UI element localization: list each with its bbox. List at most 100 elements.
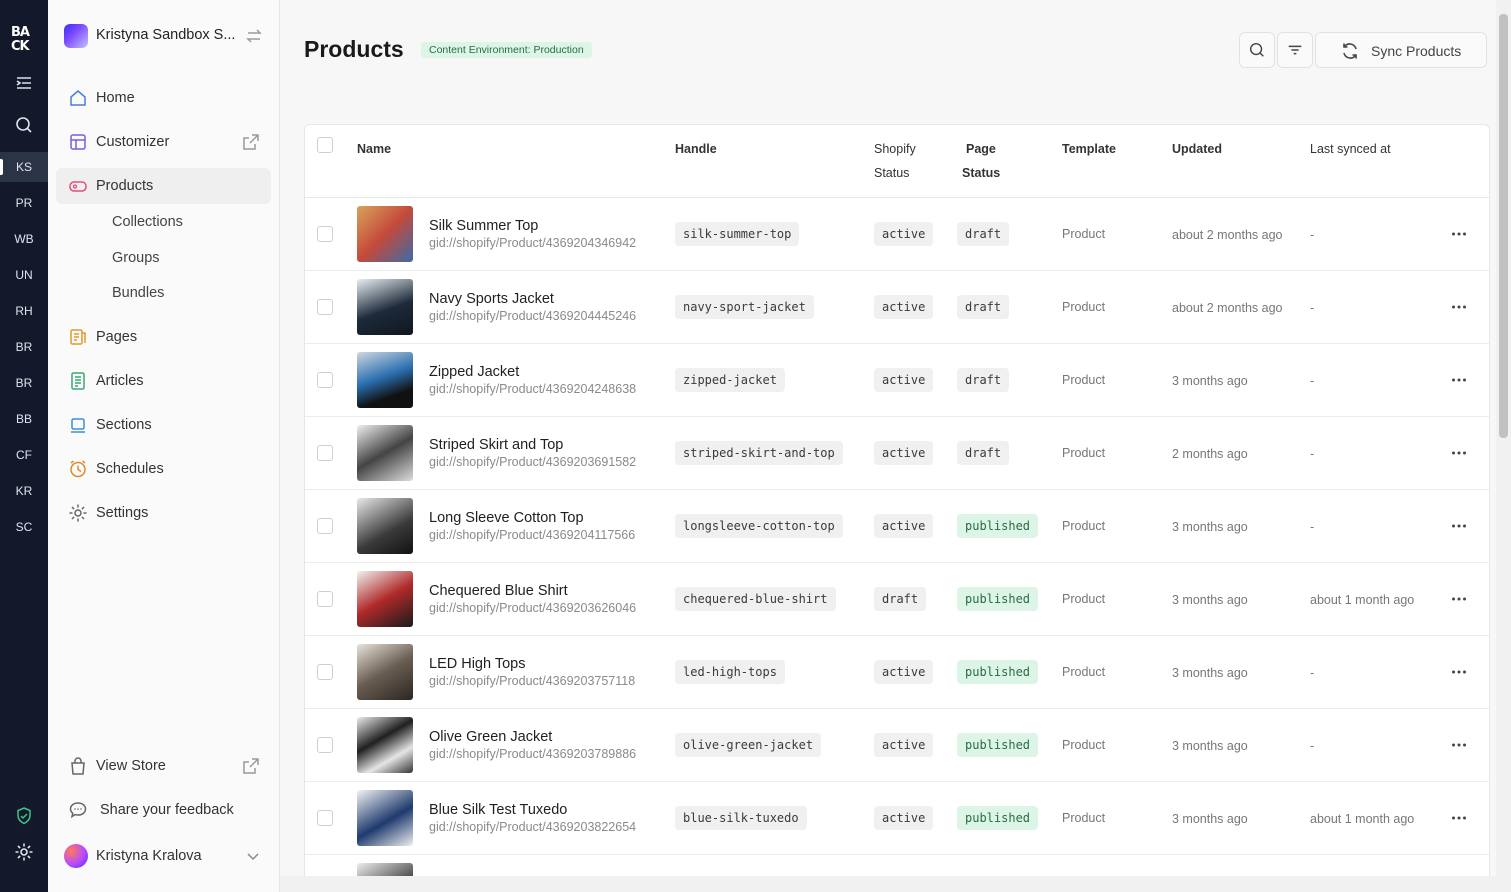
app-logo[interactable]: BA CK	[11, 24, 37, 54]
row-checkbox[interactable]	[317, 226, 333, 242]
product-gid: gid://shopify/Product/4369203626046	[429, 601, 637, 615]
feedback-link[interactable]: Share your feedback	[56, 792, 271, 828]
updated-cell: about 2 months ago	[1172, 301, 1283, 315]
scrollbar-thumb[interactable]	[1499, 14, 1508, 438]
table-row[interactable]: Zipped Jacket gid://shopify/Product/43692…	[305, 344, 1489, 417]
workspace-un[interactable]: UN	[0, 260, 48, 290]
col-last-synced[interactable]: Last synced at	[1310, 137, 1391, 161]
filter-button[interactable]	[1277, 32, 1313, 68]
table-row[interactable]: Navy Sports Jacket gid://shopify/Product/…	[305, 271, 1489, 344]
product-name[interactable]: Zipped Jacket	[429, 364, 519, 380]
collapse-menu-icon[interactable]	[14, 73, 34, 93]
workspace-wb[interactable]: WB	[0, 224, 48, 254]
table-row[interactable]: LED High Tops gid://shopify/Product/43692…	[305, 636, 1489, 709]
col-handle[interactable]: Handle	[675, 137, 717, 161]
product-name[interactable]: Long Sleeve Cotton Top	[429, 510, 584, 526]
workspace-pr[interactable]: PR	[0, 188, 48, 218]
horizontal-scrollbar[interactable]	[280, 876, 1511, 892]
store-avatar	[64, 24, 88, 48]
view-store-link[interactable]: View Store	[56, 748, 271, 784]
more-options-icon[interactable]	[1450, 736, 1468, 754]
more-options-icon[interactable]	[1450, 517, 1468, 535]
nav-settings[interactable]: Settings	[56, 495, 271, 531]
product-gid: gid://shopify/Product/4369203789886	[429, 747, 637, 761]
nav-pages[interactable]: Pages	[56, 319, 271, 355]
col-template[interactable]: Template	[1062, 137, 1116, 161]
workspace-br[interactable]: BR	[0, 332, 48, 362]
table-row[interactable]: Striped Skirt and Top gid://shopify/Produ…	[305, 417, 1489, 490]
template-cell: Product	[1062, 738, 1106, 752]
row-checkbox[interactable]	[317, 518, 333, 534]
article-icon	[71, 372, 85, 390]
page-status-chip: published	[957, 733, 1039, 757]
nav-articles[interactable]: Articles	[56, 363, 271, 399]
more-options-icon[interactable]	[1450, 663, 1468, 681]
nav-collections[interactable]: Collections	[112, 214, 183, 230]
sync-products-button[interactable]: Sync Products	[1315, 32, 1487, 68]
gear-icon	[69, 504, 87, 522]
svg-text:BA: BA	[11, 25, 30, 40]
nav-groups[interactable]: Groups	[112, 250, 160, 266]
workspace-br-2[interactable]: BR	[0, 368, 48, 398]
product-name[interactable]: Striped Skirt and Top	[429, 437, 563, 453]
col-updated[interactable]: Updated	[1172, 137, 1222, 161]
external-link-icon[interactable]	[241, 756, 261, 776]
store-switcher[interactable]: Kristyna Sandbox S...	[64, 22, 274, 50]
search-icon[interactable]	[14, 115, 34, 135]
user-name: Kristyna Kralova	[96, 848, 202, 864]
product-name[interactable]: Silk Summer Top	[429, 218, 538, 234]
more-options-icon[interactable]	[1450, 809, 1468, 827]
nav-products[interactable]: Products	[56, 168, 271, 204]
nav-bundles[interactable]: Bundles	[112, 285, 164, 301]
table-row[interactable]: Silk Summer Top gid://shopify/Product/436…	[305, 198, 1489, 271]
row-checkbox[interactable]	[317, 664, 333, 680]
chevron-down-icon[interactable]	[244, 847, 262, 865]
product-name[interactable]: Blue Silk Test Tuxedo	[429, 802, 567, 818]
page-status-chip: draft	[957, 441, 1010, 465]
external-link-icon[interactable]	[241, 132, 261, 152]
select-all-checkbox[interactable]	[317, 137, 333, 153]
nav-customizer[interactable]: Customizer	[56, 124, 271, 160]
product-name[interactable]: LED High Tops	[429, 656, 525, 672]
workspace-kr[interactable]: KR	[0, 476, 48, 506]
workspace-ks[interactable]: KS	[0, 152, 48, 182]
row-checkbox[interactable]	[317, 445, 333, 461]
sections-icon	[71, 418, 85, 433]
shopify-status-chip: active	[874, 660, 934, 684]
workspace-rail: BA CK KS PR WB UN RH BR BR BB CF KR SC	[0, 0, 48, 892]
vertical-scrollbar[interactable]	[1496, 0, 1511, 876]
row-checkbox[interactable]	[317, 591, 333, 607]
table-row[interactable]: Chequered Blue Shirt gid://shopify/Produc…	[305, 563, 1489, 636]
workspace-sc[interactable]: SC	[0, 512, 48, 542]
switch-arrows-icon[interactable]	[244, 26, 264, 46]
last-synced-cell: -	[1310, 739, 1315, 753]
table-row[interactable]: Blue Silk Test Tuxedo gid://shopify/Produ…	[305, 782, 1489, 855]
pages-icon	[70, 329, 86, 345]
nav-home[interactable]: Home	[56, 80, 271, 116]
workspace-cf[interactable]: CF	[0, 440, 48, 470]
product-name[interactable]: Chequered Blue Shirt	[429, 583, 568, 599]
row-checkbox[interactable]	[317, 372, 333, 388]
row-checkbox[interactable]	[317, 299, 333, 315]
nav-sections[interactable]: Sections	[56, 407, 271, 443]
workspace-bb[interactable]: BB	[0, 404, 48, 434]
nav-schedules[interactable]: Schedules	[56, 451, 271, 487]
more-options-icon[interactable]	[1450, 590, 1468, 608]
user-menu[interactable]: Kristyna Kralova	[64, 842, 274, 870]
table-row[interactable]: Long Sleeve Cotton Top gid://shopify/Prod…	[305, 490, 1489, 563]
workspace-rh[interactable]: RH	[0, 296, 48, 326]
row-checkbox[interactable]	[317, 737, 333, 753]
table-row[interactable]: Olive Green Jacket gid://shopify/Product/…	[305, 709, 1489, 782]
search-button[interactable]	[1239, 32, 1275, 68]
more-options-icon[interactable]	[1450, 298, 1468, 316]
more-options-icon[interactable]	[1450, 225, 1468, 243]
row-checkbox[interactable]	[317, 810, 333, 826]
gear-icon[interactable]	[14, 842, 34, 862]
more-options-icon[interactable]	[1450, 371, 1468, 389]
more-options-icon[interactable]	[1450, 444, 1468, 462]
page-status-chip: published	[957, 806, 1039, 830]
col-name[interactable]: Name	[357, 137, 391, 161]
product-name[interactable]: Olive Green Jacket	[429, 729, 552, 745]
shield-check-icon[interactable]	[14, 806, 34, 826]
product-name[interactable]: Navy Sports Jacket	[429, 291, 554, 307]
